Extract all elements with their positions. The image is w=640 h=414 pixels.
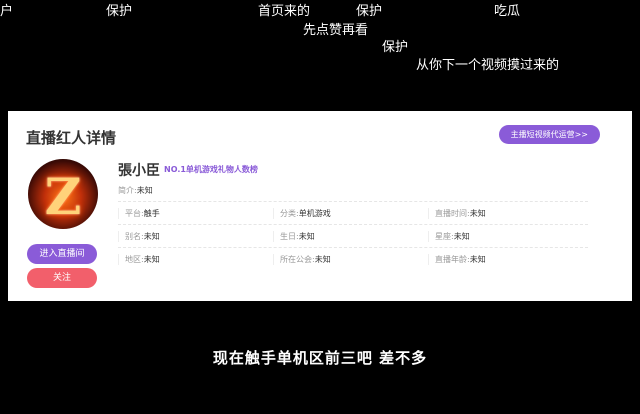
info-row: 平台:触手 分类:单机游戏 直播时间:未知 — [118, 201, 588, 224]
enter-live-button[interactable]: 进入直播间 — [27, 244, 97, 264]
danmaku-comment: 保护 — [356, 4, 383, 19]
info-value: 未知 — [143, 231, 160, 241]
intro-label: 简介: — [118, 186, 137, 195]
intro: 简介:未知 — [118, 185, 153, 196]
info-cell-platform: 平台:触手 — [118, 207, 273, 219]
info-cell-live-time: 直播时间:未知 — [428, 207, 583, 219]
info-value: 未知 — [314, 254, 331, 264]
info-cell-guild: 所在公会:未知 — [273, 253, 428, 265]
info-value: 未知 — [298, 231, 315, 241]
info-cell-alias: 别名:未知 — [118, 230, 273, 242]
info-label: 直播年龄: — [435, 254, 470, 264]
info-cell-region: 地区:未知 — [118, 253, 273, 265]
streamer-name: 張小臣 — [118, 163, 160, 179]
avatar: Z — [28, 159, 98, 229]
info-cell-birthday: 生日:未知 — [273, 230, 428, 242]
info-label: 地区: — [125, 254, 144, 264]
info-row: 别名:未知 生日:未知 星座:未知 — [118, 224, 588, 247]
info-grid: 平台:触手 分类:单机游戏 直播时间:未知 别名:未知 生日:未知 星座:未知 … — [118, 201, 588, 270]
rank-badge[interactable]: NO.1单机游戏礼物人数榜 — [164, 164, 258, 175]
video-subtitle: 现在触手单机区前三吧 差不多 — [212, 349, 428, 367]
danmaku-comment: 户 — [0, 4, 14, 19]
info-label: 平台: — [125, 208, 144, 218]
danmaku-comment: 保护 — [382, 40, 409, 55]
info-value: 触手 — [143, 208, 160, 218]
info-label: 直播时间: — [435, 208, 470, 218]
danmaku-comment: 保护 — [106, 4, 133, 19]
streamer-detail-card: 直播红人详情 主播短视频代运营>> Z 張小臣 NO.1单机游戏礼物人数榜 简介… — [8, 111, 632, 301]
danmaku-comment: 先点赞再看 — [303, 23, 369, 38]
info-cell-zodiac: 星座:未知 — [428, 230, 583, 242]
info-row: 地区:未知 所在公会:未知 直播年龄:未知 — [118, 247, 588, 270]
avatar-letter: Z — [44, 167, 82, 226]
info-cell-category: 分类:单机游戏 — [273, 207, 428, 219]
danmaku-comment: 首页来的 — [258, 4, 311, 19]
info-value: 未知 — [469, 254, 486, 264]
info-label: 分类: — [280, 208, 299, 218]
info-label: 星座: — [435, 231, 454, 241]
info-cell-live-years: 直播年龄:未知 — [428, 253, 583, 265]
info-value: 未知 — [143, 254, 160, 264]
danmaku-comment: 吃瓜 — [494, 4, 521, 19]
info-label: 所在公会: — [280, 254, 315, 264]
info-label: 别名: — [125, 231, 144, 241]
card-title: 直播红人详情 — [26, 129, 117, 147]
info-value: 未知 — [453, 231, 470, 241]
info-value: 未知 — [469, 208, 486, 218]
intro-value: 未知 — [136, 186, 153, 195]
info-label: 生日: — [280, 231, 299, 241]
danmaku-comment: 从你下一个视频摸过来的 — [416, 58, 560, 73]
follow-button[interactable]: 关注 — [27, 268, 97, 288]
agency-button[interactable]: 主播短视频代运营>> — [498, 125, 600, 144]
info-value: 单机游戏 — [298, 208, 331, 218]
